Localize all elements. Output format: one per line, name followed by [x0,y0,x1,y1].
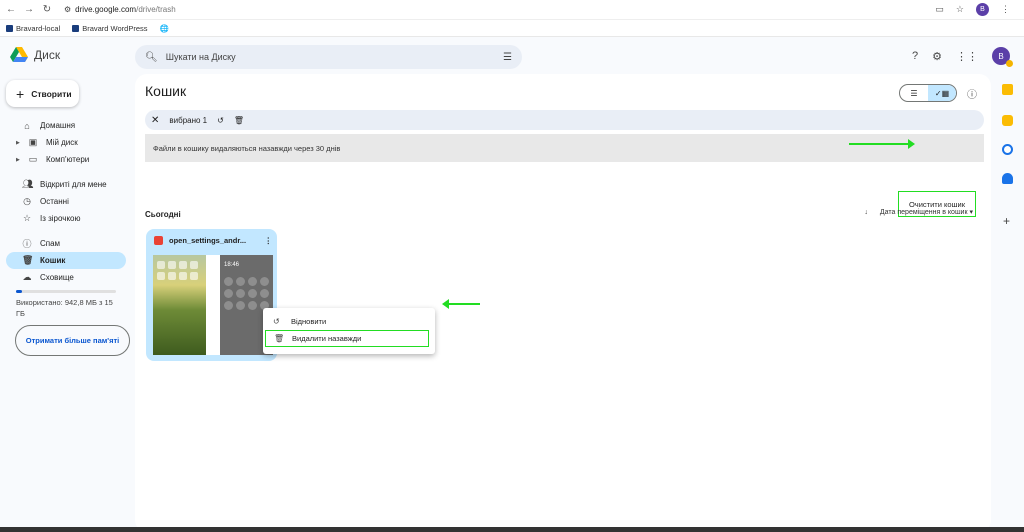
sidebar-item-shared[interactable]: 👥︎ Відкриті для мене [6,176,126,193]
add-addon-icon[interactable]: + [1003,214,1010,228]
sidebar-item-trash[interactable]: 🗑︎ Кошик [6,252,126,269]
bookmark-item[interactable]: Bravard WordPress [72,24,148,33]
sidebar-item-computers[interactable]: ▶ ▭ Комп'ютери [6,151,126,168]
url-path: /drive/trash [136,5,176,14]
delete-forever-menu-item[interactable]: 🗑︎ Видалити назавжди [265,330,429,347]
site-settings-icon[interactable]: ⚙ [64,5,71,14]
selection-bar: ✕ вибрано 1 ↺ 🗑︎ [145,110,984,130]
get-more-storage-button[interactable]: Отримати більше пам'яті [15,325,130,356]
create-button[interactable]: + Створити [6,80,79,107]
thumbnail-home-screen [153,255,206,355]
drive-logo[interactable]: Диск [10,47,60,63]
help-icon[interactable]: ? [912,50,918,62]
drive-icon [10,47,28,62]
sort-control[interactable]: ↓ Дата переміщення в кошик ▾ [864,208,973,217]
bookmark-favicon-icon [6,24,13,32]
browser-toolbar: ← → ↻ ⚙ drive.google.com/drive/trash ▭ ☆… [0,0,1024,20]
storage-bar [16,290,116,293]
banner-text: Файли в кошику видаляються назавжди чере… [153,143,341,153]
delete-icon: 🗑︎ [274,334,285,343]
sidebar-item-storage[interactable]: ☁ Сховище [6,269,126,286]
contacts-icon[interactable] [1002,173,1013,184]
recent-icon: ◷ [23,196,31,206]
sort-direction-icon[interactable]: ↓ [864,209,868,216]
computers-icon: ▭ [28,154,38,164]
browser-menu-icon[interactable]: ⋮ [1001,4,1010,15]
selection-count: вибрано 1 [169,115,208,125]
context-menu: ↺ Відновити 🗑︎ Видалити назавжди [263,308,435,354]
info-icon[interactable]: ⓘ [967,86,977,101]
sidebar-item-home[interactable]: ⌂ Домашня [6,117,126,134]
more-actions-icon[interactable]: ⋮ [265,236,273,245]
storage-bar-fill [16,290,23,293]
bookmarks-bar: Bravard-local Bravard WordPress 🌐 [0,20,1024,37]
delete-icon[interactable]: 🗑︎ [234,116,244,125]
chevron-down-icon: ▾ [969,209,973,216]
storage-text: Використано: 942,8 МБ з 15 ГБ [16,298,113,318]
forward-icon[interactable]: → [22,3,36,17]
shared-icon: 👥︎ [22,179,34,189]
spam-icon: ⓘ [22,239,32,249]
file-name: open_settings_andr... [169,236,247,245]
annotation-arrow-left [442,299,480,309]
restore-icon: ↺ [273,317,280,326]
sort-label: Дата переміщення в кошик [879,209,968,216]
image-file-icon [154,236,163,245]
app-name: Диск [34,48,61,62]
cloud-icon: ☁ [22,272,32,282]
file-thumbnail: 18:46 [153,255,273,355]
globe-icon[interactable]: 🌐 [160,24,169,33]
annotation-arrow-right [849,139,915,149]
apps-grid-icon[interactable]: ⋮⋮ [956,50,978,63]
reload-icon[interactable]: ↻ [40,3,54,17]
back-icon[interactable]: ← [4,3,18,17]
side-panel: + [994,74,1024,532]
trash-icon: 🗑︎ [22,255,34,265]
view-toggle[interactable]: ☰ ✓▦ [899,84,957,102]
restore-menu-item[interactable]: ↺ Відновити [263,313,435,330]
grid-view-icon[interactable]: ✓▦ [928,85,956,101]
sidebar-item-spam[interactable]: ⓘ Спам [6,235,126,252]
search-icon[interactable]: 🔍︎ [145,52,158,63]
gear-icon[interactable]: ⚙ [932,50,942,63]
url-host: drive.google.com [75,5,137,14]
plus-icon: + [16,85,25,102]
search-placeholder: Шукати на Диску [165,52,236,62]
close-icon[interactable]: ✕ [151,115,159,126]
account-avatar[interactable]: B [992,47,1013,67]
section-heading: Сьогодні [145,210,181,219]
home-icon: ⌂ [24,120,30,131]
trash-info-banner: Файли в кошику видаляються назавжди чере… [145,134,984,217]
caret-right-icon[interactable]: ▶ [16,140,20,146]
filter-icon[interactable]: ☰ [503,52,512,63]
restore-icon[interactable]: ↺ [217,116,224,125]
file-card[interactable]: open_settings_andr... ⋮ 18:46 [146,229,277,361]
sidebar-item-my-drive[interactable]: ▶ ▣ Мій диск [6,134,126,151]
caret-right-icon[interactable]: ▶ [16,157,20,163]
calendar-icon[interactable] [1002,84,1013,95]
sidebar-item-recent[interactable]: ◷ Останні [6,193,126,210]
cast-icon[interactable]: ▭ [935,4,944,15]
page-title: Кошик [145,83,187,99]
bookmark-favicon-icon [72,24,80,32]
taskbar [0,527,1024,532]
sidebar-item-starred[interactable]: ☆ Із зірочкою [6,210,126,227]
address-bar[interactable]: ⚙ drive.google.com/drive/trash [64,5,176,14]
bookmark-item[interactable]: Bravard-local [6,24,60,33]
bookmark-star-icon[interactable]: ☆ [956,4,964,15]
search-input[interactable]: 🔍︎ Шукати на Диску ☰ [135,45,522,69]
my-drive-icon: ▣ [28,137,38,147]
tasks-icon[interactable] [1002,144,1013,155]
notification-dot [1006,60,1013,67]
sidebar: ⌂ Домашня ▶ ▣ Мій диск ▶ ▭ Комп'ютери 👥︎ Відкр… [0,117,130,356]
star-icon: ☆ [22,213,32,223]
keep-icon[interactable] [1002,115,1013,126]
profile-avatar[interactable]: B [976,3,989,16]
list-view-icon[interactable]: ☰ [900,85,928,101]
